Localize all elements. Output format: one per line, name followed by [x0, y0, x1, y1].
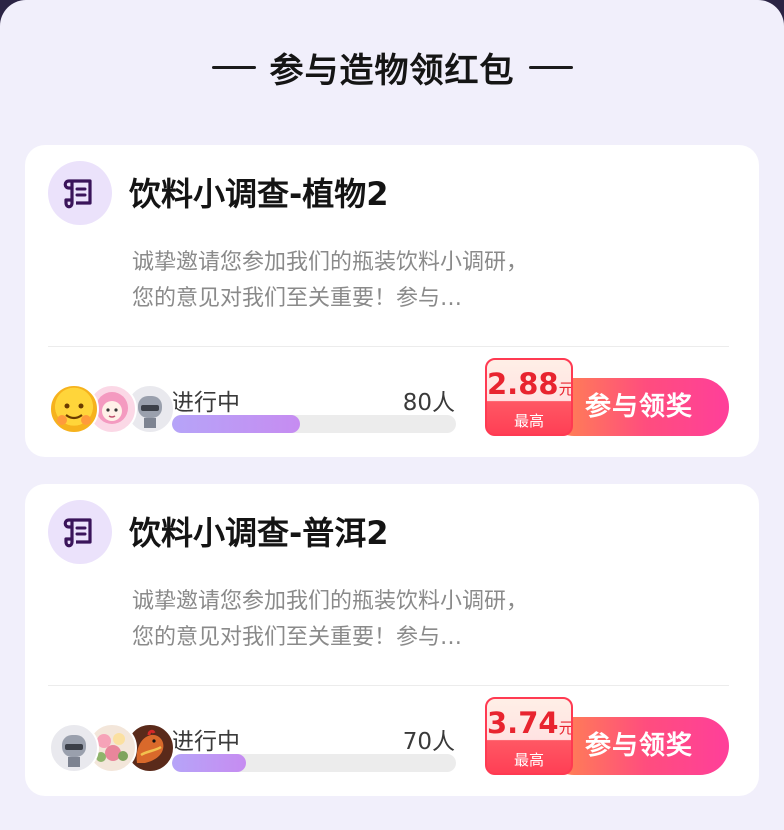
progress-bar [172, 754, 456, 772]
card-divider [48, 346, 729, 347]
status-label: 进行中 [171, 729, 240, 755]
reward-max-label: 最高 [513, 412, 544, 430]
participant-count: 80人 [402, 390, 455, 416]
survey-card[interactable]: 饮料小调查-普洱2 诚挚邀请您参加我们的瓶装饮料小调研，您的意见对我们至关重要！… [25, 484, 759, 796]
cta-label[interactable]: 参与领奖 [585, 379, 693, 435]
survey-card[interactable]: 饮料小调查-植物2 诚挚邀请您参加我们的瓶装饮料小调研，您的意见对我们至关重要！… [25, 145, 759, 457]
reward-max-label: 最高 [513, 751, 544, 769]
reward-value: 3.74 [487, 706, 559, 740]
scroll-icon [48, 161, 112, 225]
participant-avatars [49, 723, 179, 775]
reward-amount: 2.88元 [487, 368, 571, 405]
section-title: 参与造物领红包 [269, 50, 515, 91]
card-title: 饮料小调查-植物2 [129, 175, 389, 213]
title-dash-left [211, 65, 256, 69]
section-header: 参与造物领红包 [0, 42, 784, 92]
cta-label[interactable]: 参与领奖 [585, 718, 693, 774]
progress-bar [172, 415, 456, 433]
join-reward-button[interactable]: 参与领奖 2.88元 最高 [485, 358, 729, 440]
smiley-avatar [49, 384, 99, 434]
reward-badge: 2.88元 最高 [485, 358, 573, 436]
card-divider [48, 685, 729, 686]
join-reward-button[interactable]: 参与领奖 3.74元 最高 [485, 697, 729, 779]
progress-fill [172, 754, 246, 772]
participant-count: 70人 [402, 729, 455, 755]
card-description: 诚挚邀请您参加我们的瓶装饮料小调研，您的意见对我们至关重要！参与… [132, 589, 529, 650]
survey-panel: 参与造物领红包 饮料小调查-植物2 诚挚邀请您参加我们的瓶装饮料小调研，您的意见… [0, 0, 784, 830]
reward-badge: 3.74元 最高 [485, 697, 573, 775]
reward-amount: 3.74元 [487, 707, 571, 744]
card-title: 饮料小调查-普洱2 [129, 514, 389, 552]
participant-avatars [49, 384, 179, 436]
status-label: 进行中 [171, 390, 240, 416]
progress-fill [172, 415, 300, 433]
card-description: 诚挚邀请您参加我们的瓶装饮料小调研，您的意见对我们至关重要！参与… [132, 250, 529, 311]
knight-avatar [49, 723, 99, 773]
title-dash-right [528, 65, 573, 69]
reward-unit: 元 [558, 380, 573, 398]
reward-unit: 元 [558, 719, 573, 737]
scroll-icon [48, 500, 112, 564]
reward-value: 2.88 [487, 367, 559, 401]
